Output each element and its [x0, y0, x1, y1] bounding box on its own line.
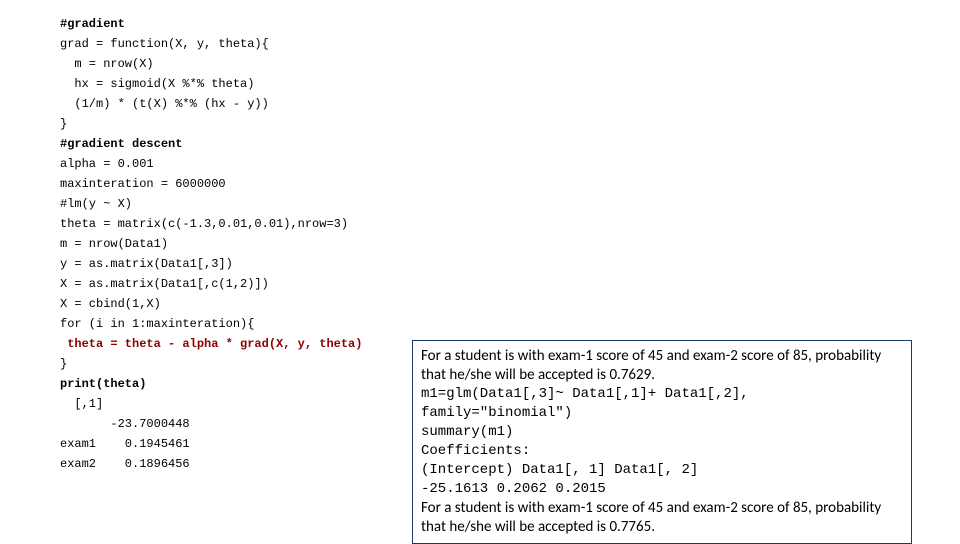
- code-line: X = cbind(1,X): [60, 294, 362, 314]
- code-line: exam1 0.1945461: [60, 434, 362, 454]
- code-line: #gradient descent: [60, 134, 362, 154]
- annotation-line: -25.1613 0.2062 0.2015: [421, 480, 903, 499]
- annotation-line: m1=glm(Data1[,3]~ Data1[,1]+ Data1[,2], …: [421, 385, 903, 423]
- annotation-line: (Intercept) Data1[, 1] Data1[, 2]: [421, 461, 903, 480]
- code-line: -23.7000448: [60, 414, 362, 434]
- annotation-line: For a student is with exam-1 score of 45…: [421, 347, 903, 385]
- code-line: alpha = 0.001: [60, 154, 362, 174]
- code-line: maxinteration = 6000000: [60, 174, 362, 194]
- code-line: (1/m) * (t(X) %*% (hx - y)): [60, 94, 362, 114]
- code-line: #gradient: [60, 14, 362, 34]
- code-line: [,1]: [60, 394, 362, 414]
- code-line: hx = sigmoid(X %*% theta): [60, 74, 362, 94]
- code-line: theta = matrix(c(-1.3,0.01,0.01),nrow=3): [60, 214, 362, 234]
- code-line: X = as.matrix(Data1[,c(1,2)]): [60, 274, 362, 294]
- annotation-box: For a student is with exam-1 score of 45…: [412, 340, 912, 544]
- code-line: m = nrow(X): [60, 54, 362, 74]
- code-line: y = as.matrix(Data1[,3]): [60, 254, 362, 274]
- code-line: }: [60, 114, 362, 134]
- code-line: grad = function(X, y, theta){: [60, 34, 362, 54]
- annotation-line: Coefficients:: [421, 442, 903, 461]
- annotation-line: For a student is with exam-1 score of 45…: [421, 499, 903, 537]
- code-line: print(theta): [60, 374, 362, 394]
- code-line: m = nrow(Data1): [60, 234, 362, 254]
- annotation-line: summary(m1): [421, 423, 903, 442]
- code-line: }: [60, 354, 362, 374]
- code-block: #gradient grad = function(X, y, theta){ …: [60, 14, 362, 474]
- code-line: theta = theta - alpha * grad(X, y, theta…: [60, 334, 362, 354]
- code-line: for (i in 1:maxinteration){: [60, 314, 362, 334]
- code-line: exam2 0.1896456: [60, 454, 362, 474]
- code-line: #lm(y ~ X): [60, 194, 362, 214]
